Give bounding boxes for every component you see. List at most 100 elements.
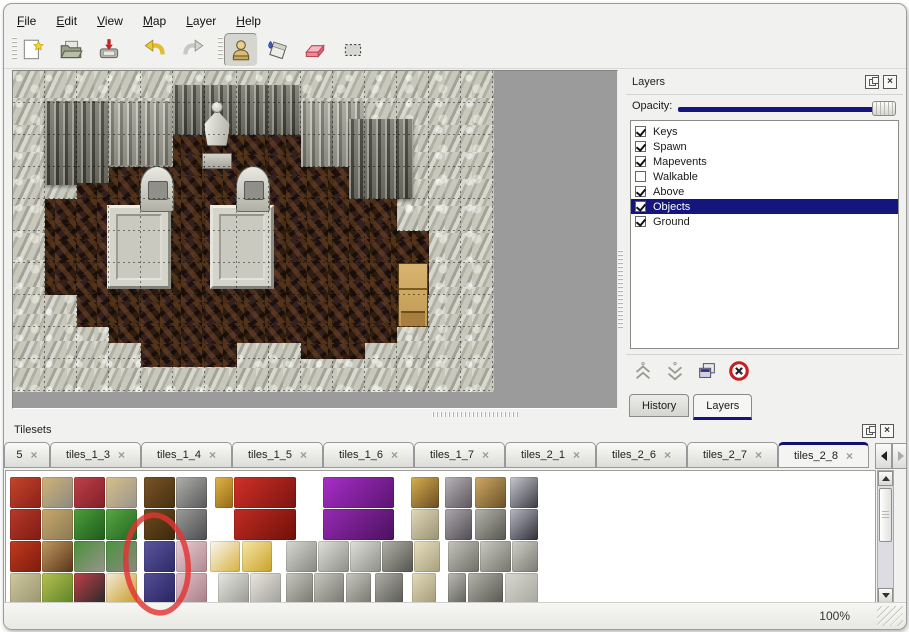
palette-tile-gold-pile[interactable] (242, 541, 272, 572)
tileset-tab-5[interactable]: 5× (4, 442, 50, 468)
save-button[interactable] (94, 35, 124, 65)
tileset-tab-tiles_2_1[interactable]: tiles_2_1× (505, 442, 596, 468)
map-canvas[interactable] (13, 71, 494, 392)
palette-tile-statue-pedestal-a[interactable] (286, 573, 313, 603)
tab-close-icon[interactable]: × (300, 450, 307, 460)
palette-tile-loom-frame-b[interactable] (42, 509, 73, 540)
layer-visibility-checkbox[interactable] (635, 141, 646, 152)
palette-tile-chest-tan[interactable] (475, 477, 506, 508)
new-file-button[interactable] (18, 35, 48, 65)
tileset-tab-tiles_2_6[interactable]: tiles_2_6× (596, 442, 687, 468)
palette-tile-cushion-red[interactable] (74, 477, 105, 508)
layer-row-mapevents[interactable]: Mapevents (631, 154, 898, 169)
tileset-tab-tiles_2_8[interactable]: tiles_2_8× (778, 442, 869, 468)
palette-tile-wall-block-c[interactable] (512, 541, 538, 572)
tab-close-icon[interactable]: × (31, 450, 38, 460)
palette-tile-wall-block-a[interactable] (448, 541, 479, 572)
palette-tile-banner-dragon[interactable] (10, 541, 41, 572)
palette-tile-obelisk-top[interactable] (411, 509, 439, 540)
palette-tile-wall-block-b[interactable] (480, 541, 511, 572)
resize-grip[interactable] (877, 606, 903, 626)
lower-layer-button[interactable] (662, 358, 688, 384)
palette-tile-statue-gargoyle[interactable] (382, 541, 413, 572)
tab-scroll-right-button[interactable] (892, 443, 907, 469)
palette-tile-plant-palm-top[interactable] (74, 509, 105, 540)
layer-visibility-checkbox[interactable] (635, 186, 646, 197)
raise-layer-button[interactable] (630, 358, 656, 384)
scrollbar-thumb[interactable] (879, 488, 892, 542)
palette-tile-rock-a[interactable] (218, 573, 249, 603)
palette-tile-door-purple-top[interactable] (144, 541, 175, 572)
palette-tile-statue-angel-a[interactable] (318, 541, 349, 572)
palette-tile-bookshelf[interactable] (42, 541, 73, 572)
palette-tile-ledge-dark[interactable] (468, 573, 503, 603)
float-tilesets-icon[interactable] (862, 424, 876, 438)
palette-tile-gate-gray-bottom[interactable] (176, 509, 207, 540)
palette-scrollbar[interactable] (877, 470, 894, 604)
palette-tile-statue-angel-b[interactable] (350, 541, 381, 572)
scroll-down-button[interactable] (878, 588, 893, 603)
palette-tile-chest-metal-b[interactable] (445, 509, 472, 540)
tab-close-icon[interactable]: × (755, 450, 762, 460)
palette-tile-rubble-pile[interactable] (475, 509, 506, 540)
layer-row-above[interactable]: Above (631, 184, 898, 199)
menu-item-help[interactable]: Help (233, 12, 264, 30)
palette-tile-armor-bottom[interactable] (510, 509, 538, 540)
palette-tile-obelisk-small[interactable] (412, 573, 436, 603)
palette-tile-stone-pillar[interactable] (448, 573, 466, 603)
menu-item-map[interactable]: Map (140, 12, 169, 30)
redo-button[interactable] (178, 35, 208, 65)
layer-row-ground[interactable]: Ground (631, 214, 898, 229)
palette-tile-throne-red-bottom[interactable] (234, 509, 296, 540)
layer-visibility-checkbox[interactable] (635, 126, 646, 137)
toolbar-drag-handle-2[interactable] (218, 37, 223, 61)
opacity-slider-track[interactable] (678, 107, 894, 112)
layer-row-walkable[interactable]: Walkable (631, 169, 898, 184)
dock-tab-history[interactable]: History (629, 394, 689, 417)
palette-tile-plant-bush-pot[interactable] (106, 541, 137, 572)
tab-close-icon[interactable]: × (846, 451, 853, 461)
tileset-tab-tiles_1_7[interactable]: tiles_1_7× (414, 442, 505, 468)
tab-close-icon[interactable]: × (573, 450, 580, 460)
palette-tile-door-brown-bottom[interactable] (144, 509, 175, 540)
select-tool-button[interactable] (338, 35, 368, 65)
close-panel-icon[interactable]: × (883, 75, 897, 89)
duplicate-layer-button[interactable] (694, 358, 720, 384)
eraser-tool-button[interactable] (300, 35, 330, 65)
close-tilesets-icon[interactable]: × (880, 424, 894, 438)
toolbar-drag-handle[interactable] (12, 37, 17, 61)
palette-tile-stone-well[interactable] (375, 573, 403, 603)
dock-tab-layers[interactable]: Layers (693, 394, 752, 420)
palette-tile-banner-green[interactable] (42, 573, 73, 603)
palette-tile-throne-purple-bottom[interactable] (323, 509, 394, 540)
tab-close-icon[interactable]: × (209, 450, 216, 460)
palette-tile-obelisk-mid[interactable] (414, 541, 440, 572)
palette-tile-throne-red-top[interactable] (234, 477, 296, 508)
palette-tile-throne-purple-top[interactable] (323, 477, 394, 508)
tab-scroll-left-button[interactable] (875, 443, 892, 469)
palette-tile-statue-cloaked[interactable] (286, 541, 317, 572)
palette-tile-scepter-gold[interactable] (210, 541, 240, 572)
palette-tile-loom-frame-a[interactable] (42, 477, 73, 508)
tab-close-icon[interactable]: × (664, 450, 671, 460)
layer-visibility-checkbox[interactable] (635, 216, 646, 227)
menu-item-file[interactable]: File (14, 12, 39, 30)
layer-row-spawn[interactable]: Spawn (631, 139, 898, 154)
palette-tile-statue-pedestal-b[interactable] (314, 573, 344, 603)
layer-row-objects[interactable]: Objects (631, 199, 898, 214)
layer-visibility-checkbox[interactable] (635, 156, 646, 167)
tileset-tab-tiles_2_7[interactable]: tiles_2_7× (687, 442, 778, 468)
palette-tile-bed-pink-top[interactable] (176, 541, 207, 572)
palette-tile-plant-bush-top[interactable] (106, 509, 137, 540)
layer-row-keys[interactable]: Keys (631, 124, 898, 139)
palette-tile-statue-pedestal-c[interactable] (346, 573, 371, 603)
tileset-tab-tiles_1_5[interactable]: tiles_1_5× (232, 442, 323, 468)
palette-tile-gate-gray-top[interactable] (176, 477, 207, 508)
tile-palette[interactable] (5, 470, 876, 604)
palette-tile-bed-pink-bottom[interactable] (176, 573, 207, 603)
horizontal-splitter-handle[interactable] (432, 412, 518, 417)
layer-visibility-checkbox[interactable] (635, 171, 646, 182)
float-panel-icon[interactable] (865, 75, 879, 89)
palette-tile-rock-b[interactable] (250, 573, 281, 603)
menu-item-view[interactable]: View (94, 12, 126, 30)
